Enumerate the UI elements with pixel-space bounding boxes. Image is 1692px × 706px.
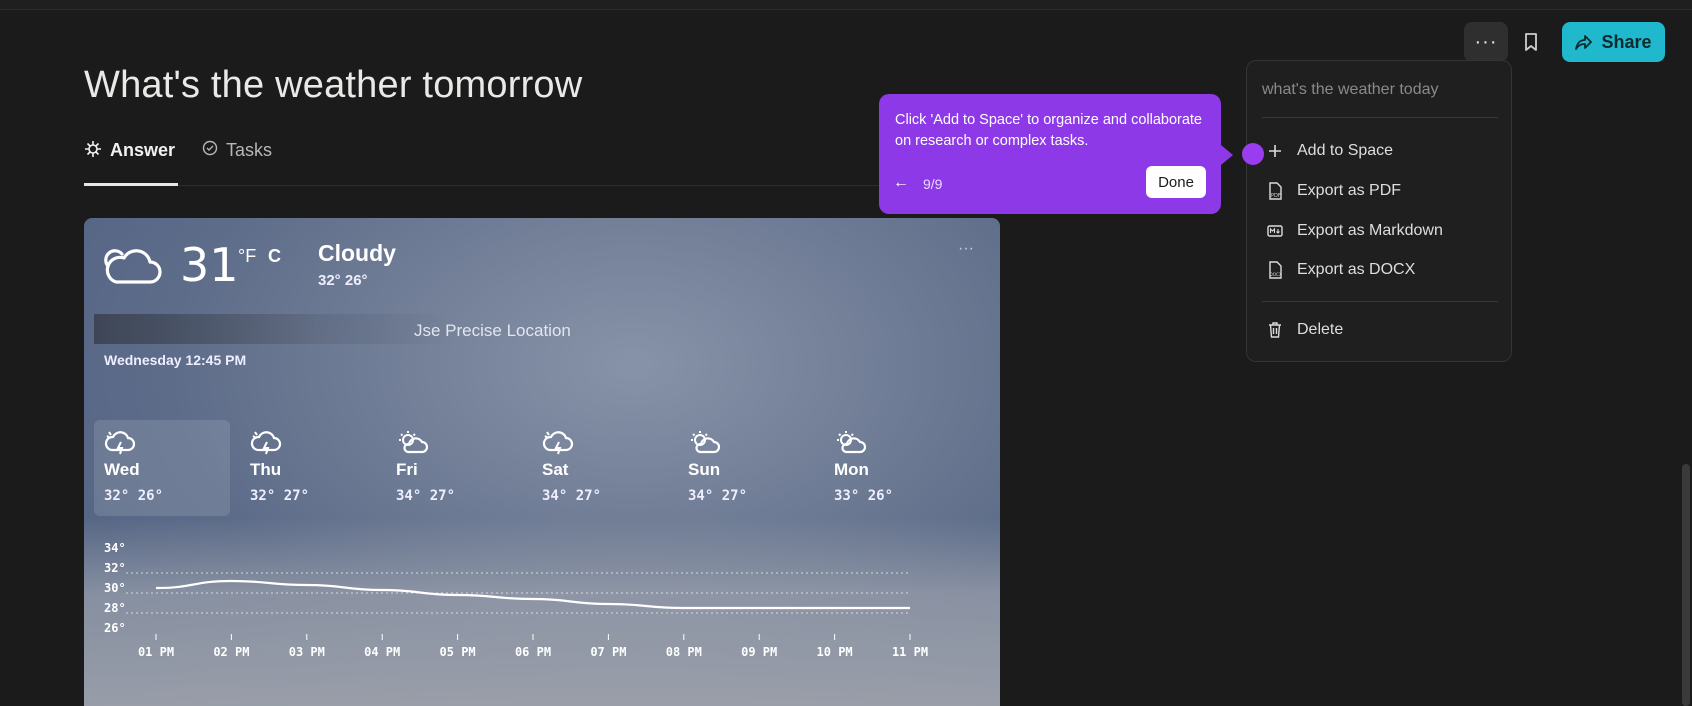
partly-cloudy-icon (399, 431, 429, 454)
tooltip-highlight-dot (1242, 143, 1264, 165)
menu-item-export-pdf[interactable]: PDF Export as PDF (1267, 176, 1401, 206)
day-name: Mon (834, 460, 869, 479)
forecast-day-wed[interactable]: Wed 32° 26° (94, 420, 230, 516)
docx-file-icon: DOCX (1269, 261, 1282, 279)
current-datetime: Wednesday 12:45 PM (104, 352, 247, 368)
pdf-file-icon: PDF (1269, 182, 1282, 200)
cloud-icon (104, 249, 162, 284)
day-temps: 34° 27° (688, 488, 748, 504)
tooltip-back-button[interactable]: ← (893, 174, 909, 192)
menu-item-label: Export as PDF (1297, 182, 1402, 199)
trash-icon (1269, 322, 1281, 338)
thunder-icon (542, 431, 574, 455)
day-name: Fri (396, 460, 418, 479)
tooltip-text: Click 'Add to Space' to organize and col… (895, 112, 1202, 149)
hourly-temperature-chart: 34° 32° 30° 28° 26° 01 PM 02 PM 03 PM 04 PM 05 PM… (104, 541, 928, 659)
tab-answer[interactable]: Answer (84, 140, 178, 186)
plus-icon (1269, 145, 1281, 157)
day-name: Thu (250, 460, 282, 479)
unit-fahrenheit-toggle[interactable]: °F (238, 246, 256, 267)
thunder-icon (250, 431, 282, 455)
x-tick-label: 08 PM (666, 645, 702, 659)
more-options-menu: what's the weather today Add to Space PD… (1246, 60, 1512, 362)
share-button[interactable]: Share (1562, 22, 1665, 62)
x-tick-label: 10 PM (817, 645, 853, 659)
day-temps: 33° 26° (834, 488, 894, 504)
day-temps: 32° 27° (250, 488, 310, 504)
answer-icon (85, 141, 101, 157)
day-name: Wed (104, 460, 140, 479)
day-temps: 34° 27° (542, 488, 602, 504)
x-tick-label: 03 PM (289, 645, 325, 659)
y-tick-label: 32° (104, 561, 126, 575)
y-tick-label: 34° (104, 541, 126, 555)
share-label: Share (1601, 31, 1652, 52)
top-bar (0, 0, 1692, 10)
page-scrollbar[interactable] (1682, 464, 1690, 706)
bookmark-button[interactable] (1517, 28, 1545, 56)
forecast-day-thu[interactable]: Thu 32° 27° (240, 420, 376, 516)
menu-item-label: Add to Space (1297, 142, 1394, 159)
forecast-day-sun[interactable]: Sun 34° 27° (678, 420, 814, 516)
thunder-icon (104, 431, 136, 455)
menu-item-label: Export as Markdown (1297, 222, 1443, 239)
y-tick-label: 28° (104, 601, 126, 615)
forecast-day-sat[interactable]: Sat 34° 27° (532, 420, 668, 516)
ellipsis-icon: ··· (1474, 30, 1498, 53)
unit-celsius-toggle[interactable]: C (268, 246, 281, 267)
menu-item-export-docx[interactable]: DOCX Export as DOCX (1267, 255, 1415, 285)
menu-item-export-markdown[interactable]: Export as Markdown (1267, 216, 1443, 246)
use-precise-location-link[interactable]: Jse Precise Location (414, 321, 571, 341)
day-name: Sat (542, 460, 569, 479)
day-temps: 32° 26° (104, 488, 164, 504)
x-tick-label: 04 PM (364, 645, 400, 659)
tab-answer-label: Answer (110, 140, 176, 160)
check-circle-icon (202, 140, 218, 156)
day-name: Sun (688, 460, 721, 479)
svg-text:PDF: PDF (1271, 193, 1281, 199)
y-tick-label: 30° (104, 581, 126, 595)
forecast-day-mon[interactable]: Mon 33° 26° (824, 420, 960, 516)
page-title: What's the weather tomorrow (84, 64, 583, 106)
x-tick-label: 06 PM (515, 645, 551, 659)
widget-more-button[interactable]: ··· (958, 240, 974, 258)
forecast-day-fri[interactable]: Fri 34° 27° (386, 420, 522, 516)
weather-condition: Cloudy (318, 240, 396, 266)
menu-item-delete[interactable]: Delete (1267, 315, 1343, 345)
tab-tasks[interactable]: Tasks (202, 140, 272, 186)
bookmark-icon (1525, 33, 1537, 51)
x-tick-label: 05 PM (440, 645, 476, 659)
x-tick-label: 07 PM (590, 645, 626, 659)
partly-cloudy-icon (837, 431, 867, 454)
tooltip-step-counter: 9/9 (923, 176, 943, 192)
menu-item-label: Delete (1297, 321, 1344, 338)
markdown-icon (1267, 225, 1283, 237)
menu-item-add-to-space[interactable]: Add to Space (1267, 136, 1393, 166)
current-temperature: 31 (180, 238, 239, 292)
share-icon (1575, 35, 1593, 50)
svg-text:DOCX: DOCX (1270, 272, 1282, 277)
menu-thread-title: what's the weather today (1262, 81, 1439, 98)
temperature-line (155, 579, 910, 610)
high-low-temperature: 32° 26° (318, 272, 368, 289)
menu-divider (1262, 301, 1498, 302)
partly-cloudy-icon (691, 431, 721, 454)
y-tick-label: 26° (104, 621, 126, 635)
weather-widget: 31 °F C Cloudy 32° 26° ··· Jse Precise L… (84, 218, 1000, 706)
menu-divider (1262, 117, 1498, 118)
x-tick-label: 01 PM (138, 645, 174, 659)
tooltip-done-button[interactable]: Done (1146, 166, 1206, 198)
x-tick-label: 11 PM (892, 645, 928, 659)
more-options-button[interactable]: ··· (1464, 22, 1508, 62)
day-temps: 34° 27° (396, 488, 456, 504)
menu-item-label: Export as DOCX (1297, 261, 1416, 278)
tab-tasks-label: Tasks (226, 140, 273, 160)
tooltip-pointer (1221, 145, 1233, 165)
x-tick-label: 09 PM (741, 645, 777, 659)
x-tick-label: 02 PM (213, 645, 249, 659)
onboarding-tooltip: Click 'Add to Space' to organize and col… (879, 94, 1221, 214)
